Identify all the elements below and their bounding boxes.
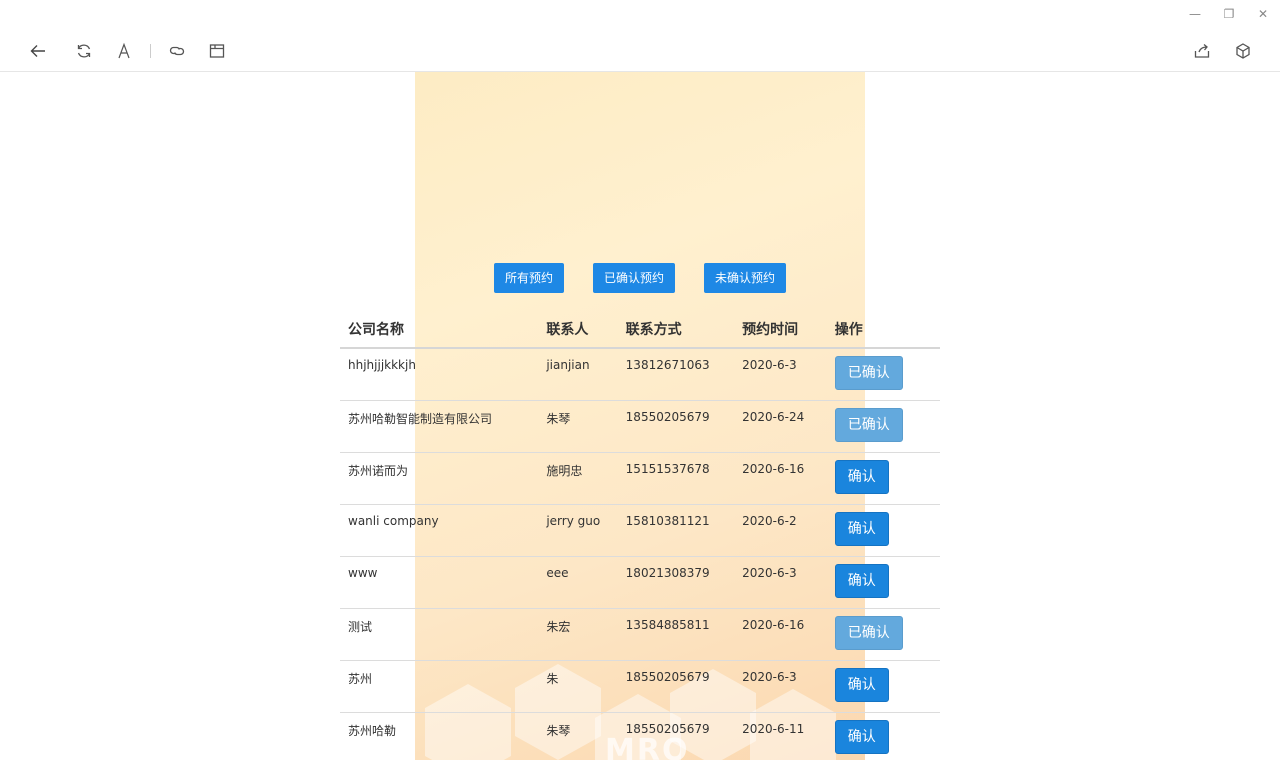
close-icon[interactable]: ✕ xyxy=(1246,0,1280,28)
confirm-button[interactable]: 确认 xyxy=(834,564,889,598)
cell-date: 2020-6-3 xyxy=(734,556,827,609)
table-header-row: 公司名称 联系人 联系方式 预约时间 操作 xyxy=(340,312,940,349)
cell-date: 2020-6-16 xyxy=(734,452,827,505)
cell-action: 已确认 xyxy=(826,608,940,661)
cell-company: 测试 xyxy=(340,608,539,661)
cell-action: 已确认 xyxy=(826,400,940,453)
confirm-button[interactable]: 确认 xyxy=(834,512,889,546)
cell-phone: 13812671063 xyxy=(617,348,735,401)
cell-contact: 朱 xyxy=(538,660,618,713)
cell-contact: jianjian xyxy=(538,348,618,401)
cell-contact: 朱宏 xyxy=(538,608,618,661)
table-row: 苏州哈勒智能制造有限公司 朱琴 18550205679 2020-6-24 已确认 xyxy=(340,400,940,453)
cell-date: 2020-6-3 xyxy=(734,348,827,401)
cell-company: wanli company xyxy=(340,504,539,557)
cell-company: 苏州哈勒 xyxy=(340,712,539,760)
confirm-button[interactable]: 确认 xyxy=(834,720,889,754)
minimize-icon[interactable]: — xyxy=(1178,0,1212,28)
cell-date: 2020-6-24 xyxy=(734,400,827,453)
cell-phone: 18550205679 xyxy=(617,712,735,760)
confirm-button[interactable]: 确认 xyxy=(834,460,889,494)
header-contact: 联系人 xyxy=(538,312,618,349)
cell-phone: 18550205679 xyxy=(617,660,735,713)
table-row: hhjhjjjkkkjh jianjian 13812671063 2020-6-3 已… xyxy=(340,348,940,401)
cube-icon[interactable] xyxy=(1232,40,1254,62)
cell-date: 2020-6-2 xyxy=(734,504,827,557)
toolbar-separator xyxy=(150,44,151,58)
share-icon[interactable] xyxy=(1191,40,1213,62)
cell-phone: 15810381121 xyxy=(617,504,735,557)
appointments-table: 公司名称 联系人 联系方式 预约时间 操作 hhjhjjjkkkjh jianji… xyxy=(340,312,940,760)
table-row: wanli company jerry guo 15810381121 2020-6-… xyxy=(340,504,940,557)
header-action: 操作 xyxy=(826,312,940,349)
cell-action: 确认 xyxy=(826,660,940,713)
cell-contact: 朱琴 xyxy=(538,712,618,760)
window-icon[interactable] xyxy=(206,40,228,62)
table-body: hhjhjjjkkkjh jianjian 13812671063 2020-6-3 已… xyxy=(340,348,940,760)
header-company: 公司名称 xyxy=(340,312,539,349)
refresh-icon[interactable] xyxy=(73,40,95,62)
cell-company: 苏州哈勒智能制造有限公司 xyxy=(340,400,539,453)
cell-phone: 13584885811 xyxy=(617,608,735,661)
cell-action: 确认 xyxy=(826,712,940,760)
confirmed-appointments-button[interactable]: 已确认预约 xyxy=(593,263,676,293)
cell-contact: eee xyxy=(538,556,618,609)
cell-date: 2020-6-11 xyxy=(734,712,827,760)
table-row: 苏州诺而为 施明忠 15151537678 2020-6-16 确认 xyxy=(340,452,940,505)
cell-company: hhjhjjjkkkjh xyxy=(340,348,539,401)
confirm-button[interactable]: 确认 xyxy=(834,668,889,702)
cell-phone: 18021308379 xyxy=(617,556,735,609)
back-arrow-icon[interactable] xyxy=(27,40,49,62)
cell-company: www xyxy=(340,556,539,609)
confirmed-button[interactable]: 已确认 xyxy=(834,408,903,442)
cell-contact: 朱琴 xyxy=(538,400,618,453)
filter-bar: 所有预约 已确认预约 未确认预约 xyxy=(494,263,787,293)
cell-action: 确认 xyxy=(826,452,940,505)
restore-icon[interactable]: ❐ xyxy=(1212,0,1246,28)
confirmed-button[interactable]: 已确认 xyxy=(834,616,903,650)
cell-phone: 18550205679 xyxy=(617,400,735,453)
table-row: 苏州哈勒 朱琴 18550205679 2020-6-11 确认 xyxy=(340,712,940,760)
cell-action: 已确认 xyxy=(826,348,940,401)
browser-toolbar xyxy=(0,30,1280,72)
unconfirmed-appointments-button[interactable]: 未确认预约 xyxy=(704,263,787,293)
cell-company: 苏州 xyxy=(340,660,539,713)
cell-date: 2020-6-3 xyxy=(734,660,827,713)
confirmed-button[interactable]: 已确认 xyxy=(834,356,903,390)
cell-contact: jerry guo xyxy=(538,504,618,557)
cell-company: 苏州诺而为 xyxy=(340,452,539,505)
cell-action: 确认 xyxy=(826,556,940,609)
header-date: 预约时间 xyxy=(734,312,827,349)
text-size-icon[interactable] xyxy=(113,40,135,62)
table-row: 测试 朱宏 13584885811 2020-6-16 已确认 xyxy=(340,608,940,661)
page-content: MRO 所有预约 已确认预约 未确认预约 公司名称 联系人 联系方式 预约时间 … xyxy=(0,72,1280,760)
cell-contact: 施明忠 xyxy=(538,452,618,505)
cell-phone: 15151537678 xyxy=(617,452,735,505)
cell-date: 2020-6-16 xyxy=(734,608,827,661)
all-appointments-button[interactable]: 所有预约 xyxy=(494,263,565,293)
header-phone: 联系方式 xyxy=(617,312,735,349)
window-controls: — ❐ ✕ xyxy=(1178,0,1280,28)
table-row: www eee 18021308379 2020-6-3 确认 xyxy=(340,556,940,609)
table-row: 苏州朱 18550205679 2020-6-3 确认 xyxy=(340,660,940,713)
cell-action: 确认 xyxy=(826,504,940,557)
link-icon[interactable] xyxy=(166,40,188,62)
